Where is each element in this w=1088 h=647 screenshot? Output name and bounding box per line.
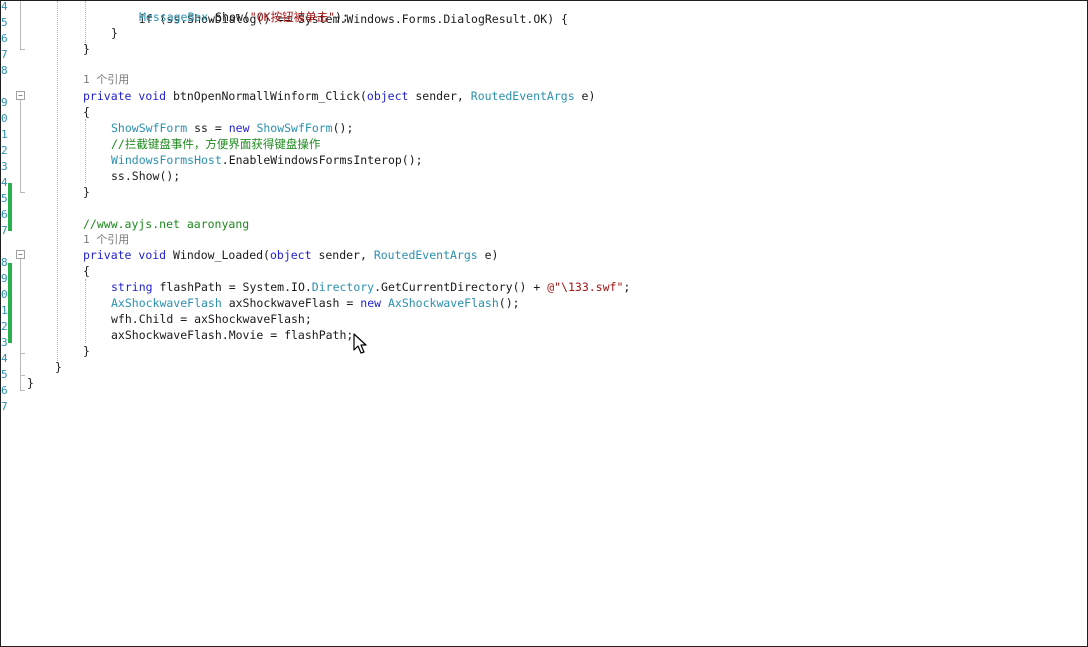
code-text: (); [498, 296, 520, 310]
outline-line [20, 259, 21, 353]
comment-line: //拦截键盘事件，方便界面获得键盘操作 [111, 137, 321, 151]
line-number: 7 [1, 400, 8, 413]
code-text: axShockwaveFlash = [221, 296, 361, 310]
code-line: { [83, 105, 90, 119]
line-number: 4 [1, 352, 8, 365]
line-number: 5 [1, 16, 8, 29]
code-text: flashPath = System.IO. [152, 280, 312, 294]
type-token: MessageBox [139, 10, 209, 24]
code-line: AxShockwaveFlash axShockwaveFlash = new … [111, 295, 520, 311]
keyword-token: void [138, 248, 167, 262]
outline-tick [20, 375, 25, 376]
indent-guide [85, 279, 86, 343]
keyword-token: object [269, 248, 312, 262]
reference-count-link[interactable]: 1 个引用 [83, 72, 129, 88]
code-text: ); [335, 10, 349, 24]
change-indicator-bar [8, 183, 12, 231]
code-text: .EnableWindowsFormsInterop(); [221, 153, 423, 167]
type-token: ShowSwfForm [111, 121, 188, 135]
type-token: Directory [311, 280, 375, 294]
type-token: AxShockwaveFlash [387, 296, 499, 310]
code-text: .Show( [208, 10, 250, 24]
line-number: 2 [1, 144, 8, 157]
code-line: { [83, 264, 90, 278]
line-number: 7 [1, 48, 8, 61]
outline-line [20, 1, 21, 49]
keyword-token: new [360, 296, 382, 310]
code-line: string flashPath = System.IO.Directory.G… [111, 279, 630, 295]
string-token: "OK按钮被单击" [249, 10, 335, 24]
code-text: sender, [408, 89, 471, 103]
string-token: @"\133.swf" [547, 280, 624, 294]
code-text: e) [574, 89, 596, 103]
change-indicator-bar [8, 263, 12, 343]
code-line: private void Window_Loaded(object sender… [83, 247, 498, 263]
type-token: ShowSwfForm [256, 121, 333, 135]
keyword-token: new [228, 121, 250, 135]
code-text: e) [477, 248, 499, 262]
keyword-token: void [138, 89, 167, 103]
code-line: MessageBox.Show("OK按钮被单击"); [139, 9, 349, 25]
code-line: } [83, 185, 90, 199]
type-token: AxShockwaveFlash [111, 296, 222, 310]
outline-line [20, 100, 21, 192]
type-token: RoutedEventArgs [373, 248, 478, 262]
outline-tick [20, 49, 25, 50]
mouse-pointer-icon [353, 333, 367, 354]
code-line: } [27, 376, 34, 390]
line-number: 6 [1, 384, 8, 397]
code-text: btnOpenNormallWinform_Click( [166, 89, 367, 103]
line-number: 9 [1, 96, 8, 109]
collapse-icon[interactable]: − [16, 91, 25, 100]
code-text: Window_Loaded( [166, 248, 270, 262]
collapse-icon[interactable]: − [16, 250, 25, 259]
code-line: } [55, 360, 62, 374]
code-text: (); [332, 121, 354, 135]
line-number: 8 [1, 64, 8, 77]
line-number: 0 [1, 112, 8, 125]
line-number: 5 [1, 368, 8, 381]
indent-guide [85, 119, 86, 183]
line-number: 3 [1, 160, 8, 173]
keyword-token: string [111, 280, 153, 294]
code-line: } [83, 42, 90, 56]
code-line: WindowsFormsHost.EnableWindowsFormsInter… [111, 152, 423, 168]
code-text: ; [623, 280, 631, 294]
comment-line: //www.ayjs.net aaronyang [83, 217, 250, 231]
line-number: 1 [1, 128, 8, 141]
outline-line [20, 353, 21, 391]
type-token: RoutedEventArgs [470, 89, 575, 103]
code-text: sender, [311, 248, 374, 262]
keyword-token: private [83, 89, 132, 103]
code-line: ss.Show(); [111, 169, 181, 183]
outline-tick [20, 192, 25, 193]
reference-count-link[interactable]: 1 个引用 [83, 232, 129, 248]
code-line: } [83, 344, 90, 358]
code-line: wfh.Child = axShockwaveFlash; [111, 312, 312, 326]
indent-guide [57, 1, 58, 363]
outline-tick [20, 390, 25, 391]
code-line: private void btnOpenNormallWinform_Click… [83, 88, 595, 104]
type-token: WindowsFormsHost [111, 153, 222, 167]
code-line: axShockwaveFlash.Movie = flashPath; [111, 328, 354, 342]
code-text: .GetCurrentDirectory() + [374, 280, 548, 294]
keyword-token: private [83, 248, 132, 262]
code-text: ss = [187, 121, 229, 135]
line-number: 4 [1, 0, 8, 13]
keyword-token: object [366, 89, 409, 103]
line-number: 6 [1, 32, 8, 45]
code-line: ShowSwfForm ss = new ShowSwfForm(); [111, 120, 353, 136]
code-line: } [111, 26, 118, 40]
code-editor[interactable]: 4 5 6 7 8 9 0 1 2 3 4 5 6 7 8 9 0 1 2 3 … [0, 0, 1088, 647]
